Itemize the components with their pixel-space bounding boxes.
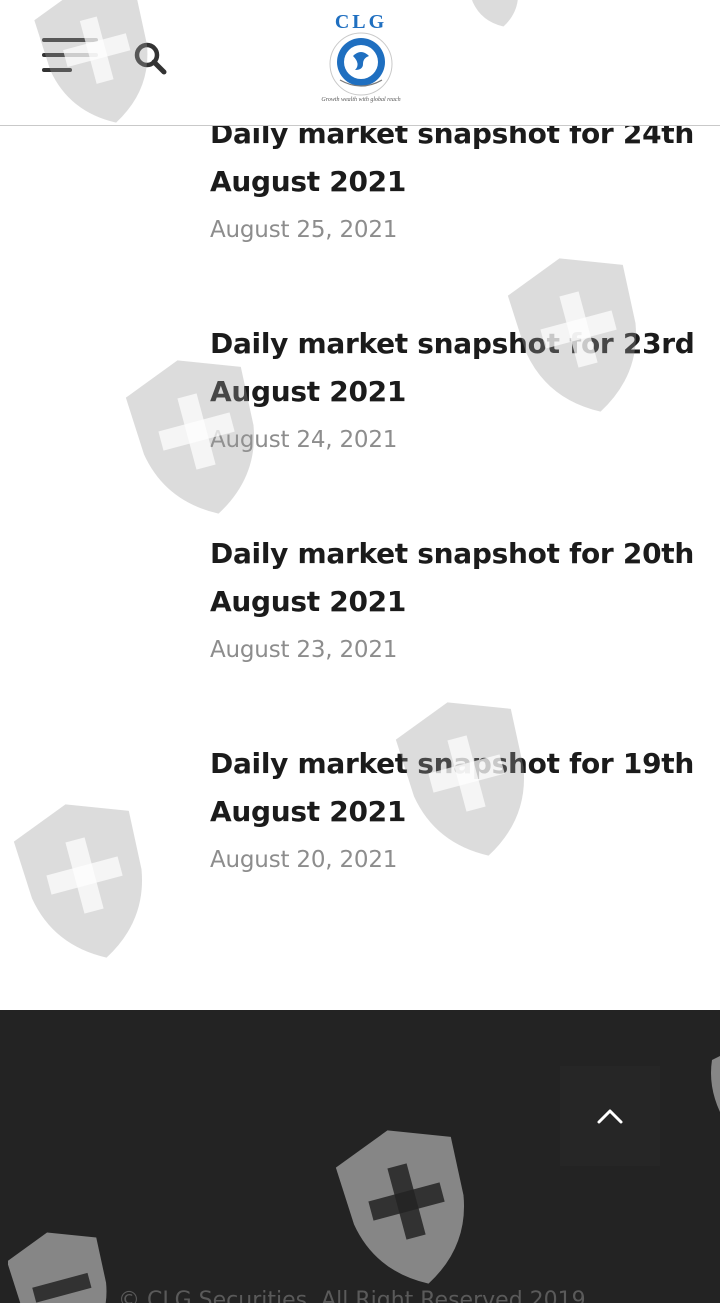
search-icon[interactable] bbox=[132, 40, 168, 76]
post-date: August 25, 2021 bbox=[210, 217, 398, 243]
hamburger-menu-icon[interactable] bbox=[40, 34, 100, 78]
list-item: Daily market snapshot for 20th August 20… bbox=[210, 530, 700, 674]
post-title-link[interactable]: Daily market snapshot for 20th August 20… bbox=[210, 530, 700, 626]
post-title-link[interactable]: Daily market snapshot for 19th August 20… bbox=[210, 740, 700, 836]
post-title-link[interactable]: Daily market snapshot for 23rd August 20… bbox=[210, 320, 700, 416]
post-date: August 24, 2021 bbox=[210, 427, 398, 453]
list-item: Daily market snapshot for 24th August 20… bbox=[210, 110, 700, 254]
back-to-top-button[interactable] bbox=[560, 1066, 660, 1166]
chevron-up-icon bbox=[597, 1109, 623, 1124]
logo-tagline: Growth wealth with global reach bbox=[321, 97, 400, 103]
copyright-text: © CLG Securities. All Right Reserved 201… bbox=[118, 1288, 586, 1303]
clg-logo[interactable]: CLG Growth wealth with global reach bbox=[318, 8, 404, 110]
post-date: August 23, 2021 bbox=[210, 637, 398, 663]
post-date: August 20, 2021 bbox=[210, 847, 398, 873]
list-item: Daily market snapshot for 23rd August 20… bbox=[210, 320, 700, 464]
logo-brand: CLG bbox=[335, 11, 387, 33]
site-footer: © CLG Securities. All Right Reserved 201… bbox=[0, 1010, 720, 1303]
site-header: CLG Growth wealth with global reach bbox=[0, 0, 720, 126]
list-item: Daily market snapshot for 19th August 20… bbox=[210, 740, 700, 884]
watermark-shield-icon bbox=[13, 804, 143, 958]
